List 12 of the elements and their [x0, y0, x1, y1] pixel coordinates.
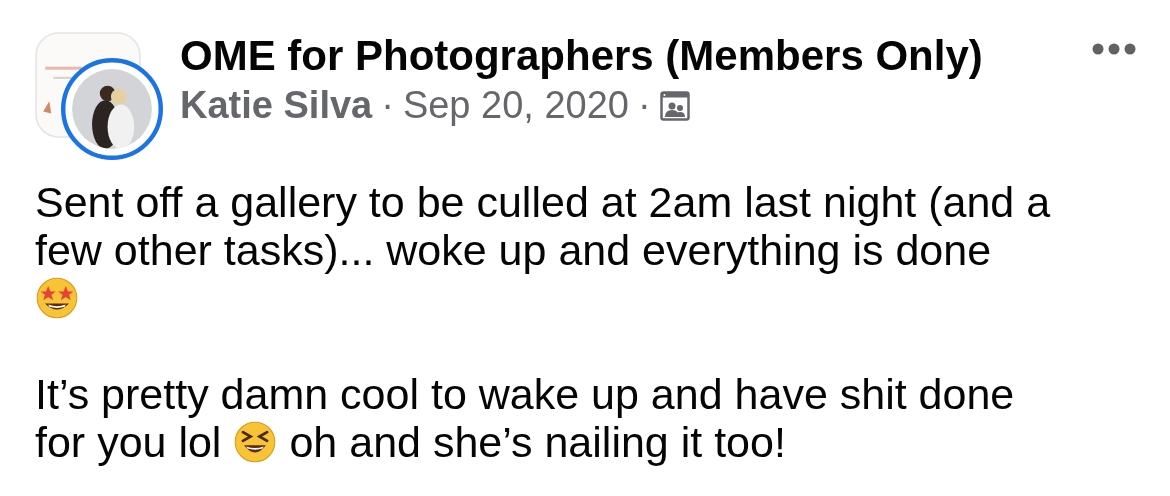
post-date[interactable]: Sep 20, 2020 — [402, 84, 629, 127]
post-text: oh and she’s nailing it too! — [289, 418, 786, 466]
members-group-icon — [659, 90, 690, 121]
post-text: few other tasks)... woke up and everything is done — [35, 226, 992, 274]
more-options-icon[interactable] — [1092, 43, 1136, 55]
separator-dot: · — [381, 84, 394, 127]
group-name[interactable]: OME for Photographers (Members Only) — [180, 32, 983, 80]
separator-dot: · — [637, 84, 651, 127]
author-name[interactable]: Katie Silva — [180, 84, 373, 127]
post-text: It’s pretty damn cool to wake up and have shit done — [35, 370, 1015, 418]
post-text: for you lol — [35, 418, 222, 466]
post-text: Sent off a gallery to be culled at 2am last night (and a — [35, 178, 1051, 226]
